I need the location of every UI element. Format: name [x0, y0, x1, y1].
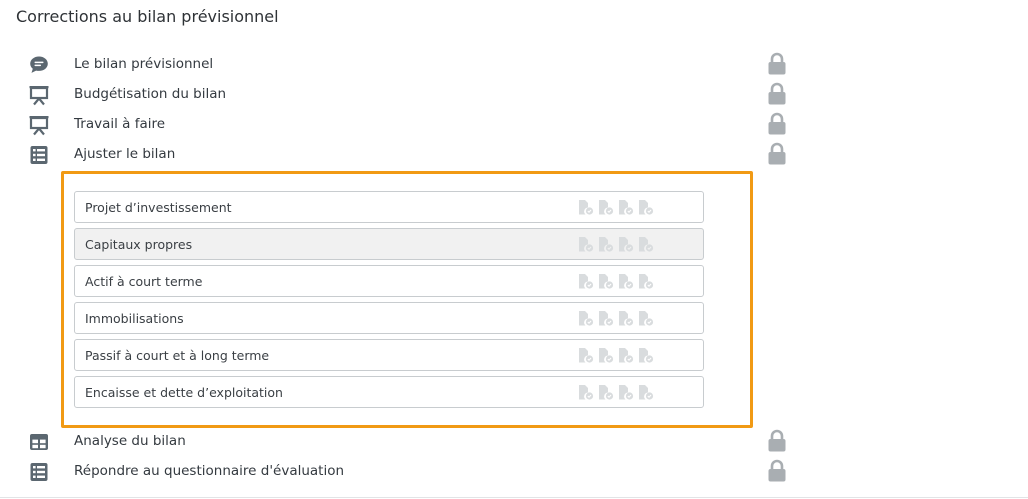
- document-check-icon: [619, 237, 634, 252]
- step-item-questionnaire-evaluation[interactable]: Répondre au questionnaire d'évaluation: [0, 459, 800, 485]
- subitem-label: Projet d’investissement: [85, 200, 232, 215]
- presentation-board-icon: [29, 86, 49, 106]
- step-label: Budgétisation du bilan: [74, 86, 227, 102]
- subitem-label: Capitaux propres: [85, 237, 193, 252]
- lock-icon: [768, 52, 786, 75]
- document-check-icon: [579, 200, 594, 215]
- subitem-actif-court-terme[interactable]: Actif à court terme: [74, 265, 704, 297]
- subitem-immobilisations[interactable]: Immobilisations: [74, 302, 704, 334]
- subitem-label: Passif à court et à long terme: [85, 348, 270, 363]
- lock-icon: [768, 112, 786, 135]
- doc-status-icons: [578, 311, 654, 327]
- document-check-icon: [579, 385, 594, 400]
- lock-icon: [768, 429, 786, 452]
- step-item-travail-a-faire[interactable]: Travail à faire: [0, 112, 800, 138]
- document-check-icon: [599, 274, 614, 289]
- table-icon: [30, 434, 48, 450]
- step-item-ajuster-le-bilan[interactable]: Ajuster le bilan: [0, 142, 800, 168]
- document-check-icon: [599, 311, 614, 326]
- document-check-icon: [579, 311, 594, 326]
- step-label: Le bilan prévisionnel: [74, 56, 214, 72]
- lock-icon: [768, 142, 786, 165]
- step-label: Ajuster le bilan: [74, 146, 176, 162]
- document-check-icon: [639, 274, 654, 289]
- presentation-board-icon: [29, 116, 49, 136]
- lock-icon: [768, 82, 786, 105]
- document-check-icon: [619, 200, 634, 215]
- subitem-projet-investissement[interactable]: Projet d’investissement: [74, 191, 704, 223]
- step-item-budgetisation[interactable]: Budgétisation du bilan: [0, 82, 800, 108]
- lock-icon: [768, 459, 786, 482]
- document-check-icon: [599, 385, 614, 400]
- subitem-capitaux-propres[interactable]: Capitaux propres: [74, 228, 704, 260]
- document-check-icon: [579, 274, 594, 289]
- document-check-icon: [619, 311, 634, 326]
- doc-status-icons: [578, 274, 654, 290]
- doc-status-icons: [578, 385, 654, 401]
- document-check-icon: [639, 237, 654, 252]
- subitem-label: Encaisse et dette d’exploitation: [85, 385, 283, 400]
- document-check-icon: [619, 348, 634, 363]
- divider: [0, 497, 1028, 498]
- document-check-icon: [639, 348, 654, 363]
- document-check-icon: [599, 200, 614, 215]
- step-label: Analyse du bilan: [74, 433, 186, 449]
- doc-status-icons: [578, 237, 654, 253]
- subitem-label: Actif à court terme: [85, 274, 203, 289]
- document-check-icon: [599, 348, 614, 363]
- step-label: Travail à faire: [74, 116, 166, 132]
- list-icon: [30, 463, 48, 481]
- document-check-icon: [639, 200, 654, 215]
- subitem-passif-court-long-terme[interactable]: Passif à court et à long terme: [74, 339, 704, 371]
- subitem-label: Immobilisations: [85, 311, 184, 326]
- document-check-icon: [619, 274, 634, 289]
- document-check-icon: [639, 311, 654, 326]
- step-label: Répondre au questionnaire d'évaluation: [74, 463, 345, 479]
- document-check-icon: [639, 385, 654, 400]
- doc-status-icons: [578, 348, 654, 364]
- subitem-encaisse-dette-exploitation[interactable]: Encaisse et dette d’exploitation: [74, 376, 704, 408]
- document-check-icon: [619, 385, 634, 400]
- document-check-icon: [599, 237, 614, 252]
- chat-bubble-icon: [30, 56, 48, 73]
- step-item-analyse-du-bilan[interactable]: Analyse du bilan: [0, 429, 800, 455]
- doc-status-icons: [578, 200, 654, 216]
- document-check-icon: [579, 348, 594, 363]
- list-icon: [30, 146, 48, 164]
- document-check-icon: [579, 237, 594, 252]
- page-title: Corrections au bilan prévisionnel: [16, 7, 279, 26]
- step-item-bilan-previsionnel[interactable]: Le bilan prévisionnel: [0, 52, 800, 78]
